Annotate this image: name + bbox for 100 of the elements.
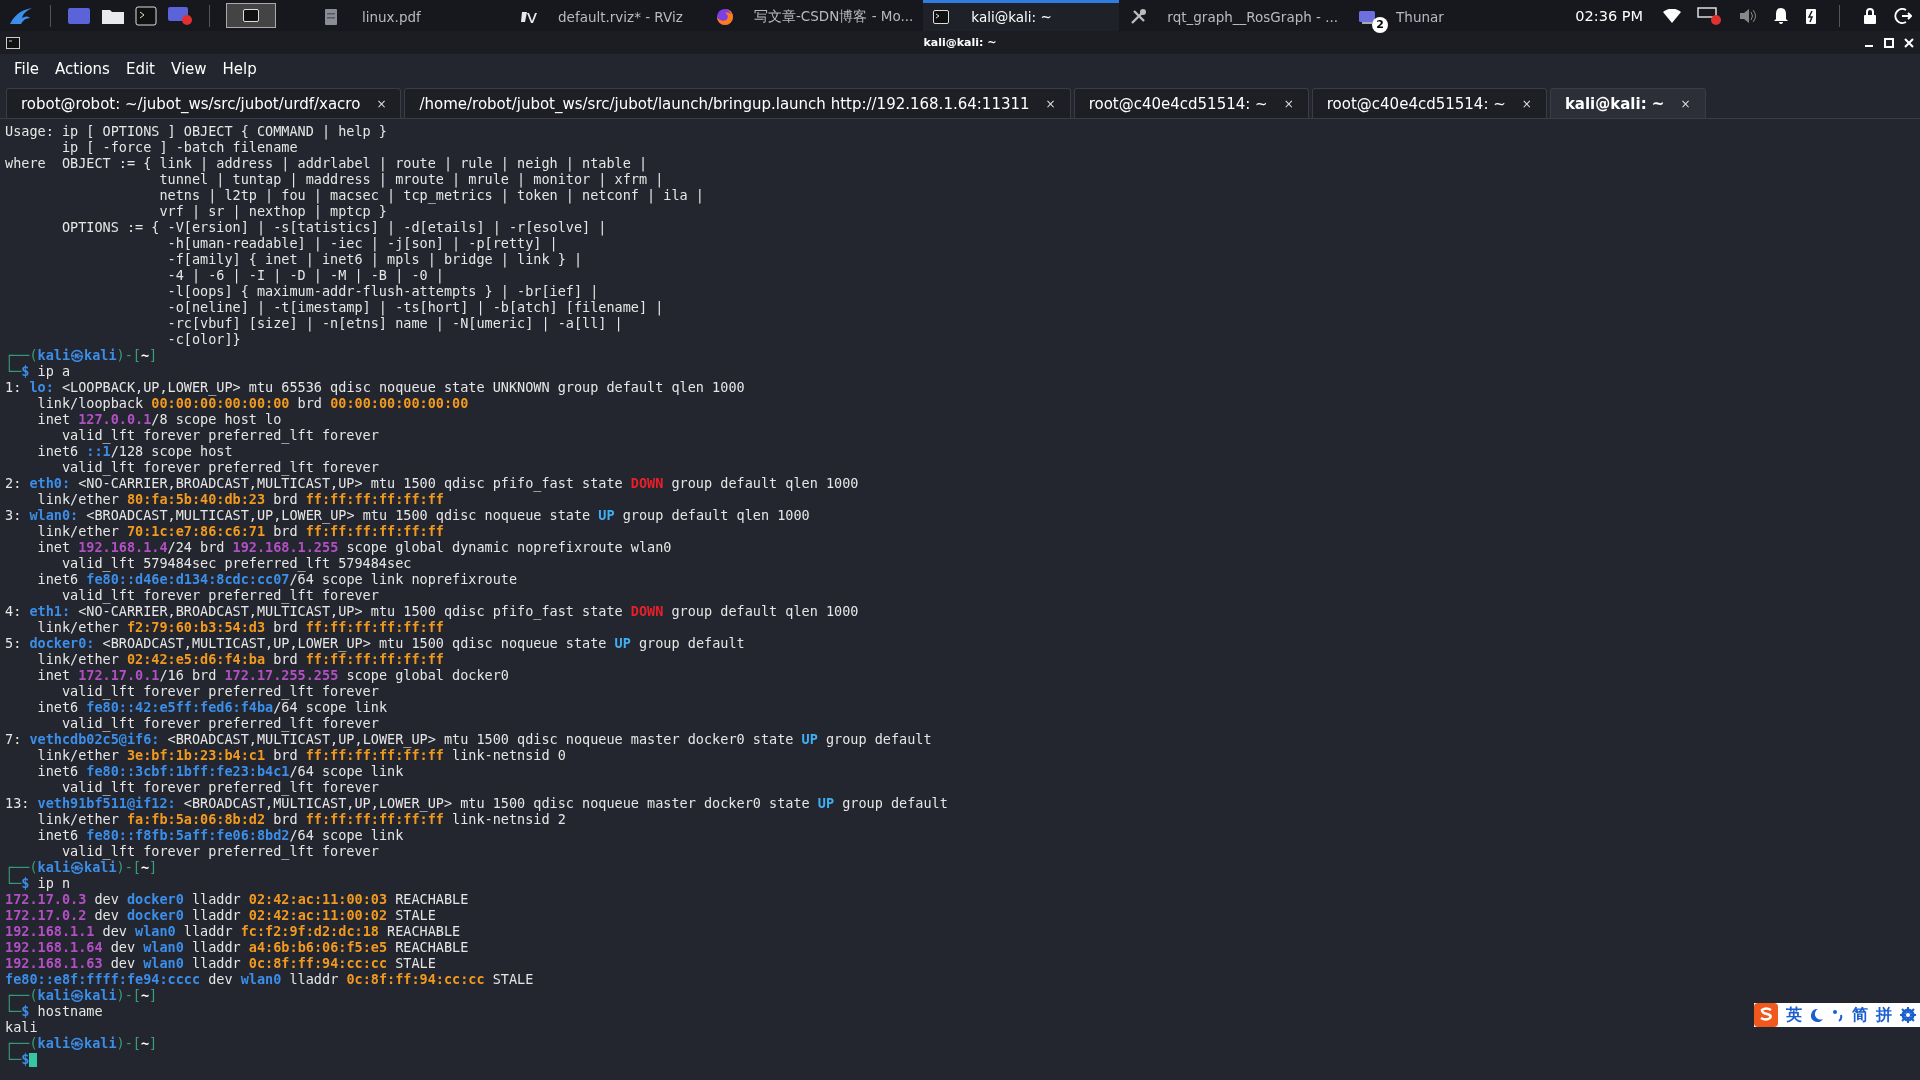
volume-icon[interactable] [1739,7,1757,24]
terminal-line: tunnel | tuntap | maddress | mroute | mrule | monitor | xfrm | [158,171,664,187]
menu-item[interactable]: Actions [47,60,118,78]
close-tab-button[interactable]: × [1045,96,1056,111]
clock: 02:36 PM [1575,7,1643,24]
terminal-line: ┌──(kali㉿kali)-[~] [5,987,158,1003]
terminal-line: fe80::e8f:ffff:fe94:cccc dev wlan0 lladdr 0c:8f:ff:94:cc:cc STALE [5,971,534,987]
close-tab-button[interactable]: × [1521,96,1532,111]
ime-mode-label[interactable]: 拼 [1876,1004,1892,1026]
document-icon [324,8,338,26]
terminal-line: 192.168.1.64 dev wlan0 lladdr a4:6b:b6:06:f5:e5 REACHABLE [5,939,469,955]
terminal-line: -c[olor]} [166,331,241,347]
terminal-line: kali [5,1019,38,1035]
terminal-line: inet6 fe80::f8fb:5aff:fe06:8bd2/64 scope link [36,827,404,843]
taskbar-window-button[interactable]: linux.pdf [314,0,510,31]
terminal-line: where OBJECT := { link | address | addrlabel | route | rule | neigh | ntable | [5,155,648,171]
terminal-tab[interactable]: root@c40e4cd51514: ~ × [1311,88,1547,118]
taskbar-window-button[interactable]: kali@kali: ~ [923,0,1120,31]
close-tab-button[interactable]: × [376,96,387,111]
terminal-line: └─$ ip a [5,363,71,379]
terminal-line: inet 172.17.0.1/16 brd 172.17.255.255 scope global docker0 [36,667,509,683]
wifi-icon[interactable] [1663,8,1681,23]
terminal-line: valid_lft forever preferred_lft forever [61,779,379,795]
menu-item[interactable]: Edit [117,60,163,78]
terminal-icon [933,10,950,24]
terminal-line: ip [ -force ] -batch filename [60,139,298,155]
terminal-line: inet6 fe80::3cbf:1bff:fe23:b4c1/64 scope link [36,763,404,779]
terminal-line: link/ether 3e:bf:1b:23:b4:c1 brd ff:ff:ff:ff:ff:ff link-netnsid 0 [36,747,566,763]
menu-item[interactable]: File [6,60,48,78]
terminal-line: OPTIONS := { -V[ersion] | -s[tatistics] | -d[etails] | -r[esolve] | [60,219,607,235]
rviz-icon [520,10,540,24]
terminal-line: valid_lft forever preferred_lft forever [60,459,379,475]
terminal-line: 2: eth0: <NO-CARRIER,BROADCAST,MULTICAST,UP> mtu 1500 qdisc pfifo_fast state DOWN group default qlen 1000 [5,475,859,491]
terminal-line: inet 127.0.0.1/8 scope host lo [36,411,282,427]
terminal-line: inet6 ::1/128 scope host [36,443,233,459]
taskbar-window-button[interactable]: rqt_graph__RosGraph - ... [1119,0,1349,31]
terminal-tab[interactable]: /home/robot/jubot_ws/src/jubot/launch/bringup.launch http://192.168.1.64:11311 × [404,88,1071,118]
files-icon [1358,9,1377,25]
terminal-line: 4: eth1: <NO-CARRIER,BROADCAST,MULTICAST,UP> mtu 1500 qdisc pfifo_fast state DOWN group default qlen 1000 [5,603,859,619]
workspace-icon[interactable] [67,5,91,26]
settings-icon[interactable] [1900,1007,1916,1023]
terminal-line: ┌──(kali㉿kali)-[~] [5,859,158,875]
terminal-line: ┌──(kali㉿kali)-[~] [5,347,158,363]
terminal-line: 3: wlan0: <BROADCAST,MULTICAST,UP,LOWER_UP> mtu 1500 qdisc noqueue state UP group default qlen 1000 [5,507,810,523]
terminal-line: ┌──(kali㉿kali)-[~] [5,1035,158,1051]
terminal-line: 5: docker0: <BROADCAST,MULTICAST,UP,LOWER_UP> mtu 1500 qdisc noqueue state UP group default [5,635,745,651]
terminal-line: valid_lft forever preferred_lft forever [60,683,379,699]
screen-recorder-icon[interactable] [167,4,193,27]
terminal-line: inet6 fe80::d46e:d134:8cdc:cc07/64 scope link noprefixroute [36,571,518,587]
taskbar-window-button[interactable]: 写文章-CSDN博客 - Mo... [706,0,924,31]
terminal-line: 192.168.1.1 dev wlan0 lladdr fc:f2:9f:d2:dc:18 REACHABLE [5,923,461,939]
terminal-icon[interactable] [135,5,157,26]
menu-item[interactable]: View [162,60,215,78]
menu-item[interactable]: Help [214,60,265,78]
terminal-line: 1: lo: <LOOPBACK,UP,LOWER_UP> mtu 65536 qdisc noqueue state UNKNOWN group default qlen 1000 [5,379,745,395]
terminal-line: 13: veth91bf511@if12: <BROADCAST,MULTICAST,UP,LOWER_UP> mtu 1500 qdisc noqueue master docker0 state UP group default [5,795,948,811]
bell-icon[interactable] [1773,6,1789,25]
punctuation-icon[interactable] [1832,1008,1844,1022]
taskbar-window-button[interactable]: default.rviz* - RViz [510,0,706,31]
close-tab-button[interactable]: × [1283,96,1294,111]
keyboard-icon[interactable] [1697,5,1723,26]
count-badge: 2 [1372,17,1389,33]
close-tab-button[interactable]: × [1680,96,1691,111]
terminal-line: link/ether 80:fa:5b:40:db:23 brd ff:ff:ff:ff:ff:ff [36,491,444,507]
input-method-logo-icon[interactable] [1754,1003,1778,1027]
battery-icon[interactable] [1805,6,1817,25]
close-icon[interactable] [1904,37,1914,48]
terminal-line: 7: vethcdb02c5@if6: <BROADCAST,MULTICAST,UP,LOWER_UP> mtu 1500 qdisc noqueue master docker0 state UP group default [5,731,932,747]
terminal-line: link/ether fa:fb:5a:06:8b:d2 brd ff:ff:ff:ff:ff:ff link-netnsid 2 [36,811,566,827]
terminal-tab[interactable]: kali@kali: ~ × [1549,88,1706,118]
terminal-tab[interactable]: robot@robot: ~/jubot_ws/src/jubot/urdf/xacro × [6,88,402,118]
terminal-line: valid_lft forever preferred_lft forever [60,587,379,603]
terminal-line: -l[oops] { maximum-addr-flush-attempts } | -br[ief] | [166,283,599,299]
terminal-line: netns | l2tp | fou | macsec | tcp_metrics | token | netconf | ila | [158,187,704,203]
ime-mode-label[interactable]: 简 [1852,1004,1868,1026]
terminal-line: vrf | sr | nexthop | mptcp } [158,203,387,219]
logout-icon[interactable] [1894,6,1912,25]
terminal-line: -h[uman-readable] | -iec | -j[son] | -p[retty] | [166,235,558,251]
terminal-line: Usage: ip [ OPTIONS ] OBJECT { COMMAND | help } [5,123,387,139]
lock-icon[interactable] [1862,6,1878,25]
terminal-line: └─$ ip n [5,875,71,891]
terminal-line: └─$ hostname [5,1003,103,1019]
ime-mode-label[interactable]: 英 [1786,1004,1802,1026]
maximize-icon[interactable] [1884,37,1894,48]
terminal-line: link/ether 70:1c:e7:86:c6:71 brd ff:ff:ff:ff:ff:ff [36,523,444,539]
terminal-icon [6,36,20,49]
terminal-line: link/ether 02:42:e5:d6:f4:ba brd ff:ff:ff:ff:ff:ff [36,651,444,667]
terminal-line: valid_lft 579484sec preferred_lft 579484sec [60,555,412,571]
terminal-line: valid_lft forever preferred_lft forever [60,427,379,443]
terminal-line: inet6 fe80::42:e5ff:fed6:f4ba/64 scope link [36,699,387,715]
terminal-line: link/loopback 00:00:00:00:00:00 brd 00:00:00:00:00:00 [36,395,469,411]
terminal-icon [243,9,259,22]
terminal-line: -o[neline] | -t[imestamp] | -ts[hort] | -b[atch] [filename] | [166,299,664,315]
workspace-switcher[interactable] [226,3,276,28]
moon-icon[interactable] [1810,1008,1824,1022]
browser-icon [716,8,734,26]
terminal-line: 192.168.1.63 dev wlan0 lladdr 0c:8f:ff:94:cc:cc STALE [5,955,436,971]
terminal-line: -4 | -6 | -I | -D | -M | -B | -0 | [166,267,444,283]
terminal-line: valid_lft forever preferred_lft forever [61,715,379,731]
terminal-tab[interactable]: root@c40e4cd51514: ~ × [1073,88,1309,118]
